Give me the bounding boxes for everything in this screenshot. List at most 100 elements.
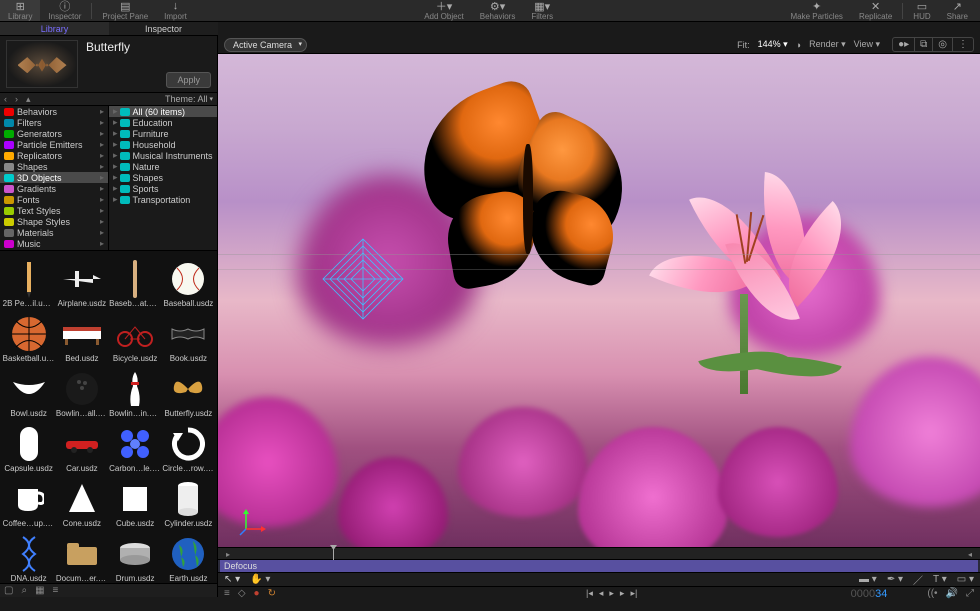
category-behaviors[interactable]: Behaviors▸ bbox=[0, 106, 108, 117]
asset-item[interactable]: Baseb…at.usdz bbox=[109, 253, 162, 308]
category-fonts[interactable]: Fonts▸ bbox=[0, 194, 108, 205]
camera-selector[interactable]: Active Camera bbox=[224, 38, 307, 52]
subcategory-item[interactable]: ▸Furniture bbox=[109, 128, 217, 139]
category-materials[interactable]: Materials▸ bbox=[0, 227, 108, 238]
brush-tool-icon[interactable]: ／ bbox=[913, 572, 923, 587]
category-gradients[interactable]: Gradients▸ bbox=[0, 183, 108, 194]
subcategory-item[interactable]: ▸Transportation bbox=[109, 194, 217, 205]
asset-item[interactable]: Bowl.usdz bbox=[2, 363, 55, 418]
asset-item[interactable]: Cylinder.usdz bbox=[162, 473, 215, 528]
category-shapes[interactable]: Shapes▸ bbox=[0, 161, 108, 172]
asset-item[interactable]: Butterfly.usdz bbox=[162, 363, 215, 418]
theme-selector[interactable]: Theme: All ▾ bbox=[165, 94, 213, 104]
target-icon[interactable]: ◎ bbox=[933, 38, 953, 51]
nav-up-icon[interactable]: ▴ bbox=[26, 94, 31, 105]
canvas-viewport[interactable] bbox=[218, 54, 980, 547]
asset-item[interactable]: Earth.usdz bbox=[162, 528, 215, 583]
pen-tool-icon[interactable]: ✒ ▾ bbox=[887, 574, 903, 585]
asset-item[interactable]: Airplane.usdz bbox=[55, 253, 108, 308]
mask-tool-icon[interactable]: ▭ ▾ bbox=[957, 574, 974, 585]
tab-inspector[interactable]: Inspector bbox=[109, 22, 218, 35]
menu-icon[interactable]: ⋮ bbox=[953, 38, 973, 51]
asset-item[interactable]: Cube.usdz bbox=[109, 473, 162, 528]
expand-icon[interactable]: ⤢ bbox=[966, 588, 974, 599]
library-button[interactable]: ⊞Library bbox=[0, 0, 40, 21]
audio-toggle-icon[interactable]: ((• bbox=[927, 588, 937, 599]
category-filters[interactable]: Filters▸ bbox=[0, 117, 108, 128]
category-3d-objects[interactable]: 3D Objects▸ bbox=[0, 172, 108, 183]
category-replicators[interactable]: Replicators▸ bbox=[0, 150, 108, 161]
timecode-display[interactable]: 000034 bbox=[851, 587, 888, 600]
record-keyframe-icon[interactable]: ● bbox=[254, 588, 260, 599]
fill-menu-icon[interactable]: ▬ ▾ bbox=[859, 574, 877, 585]
keyframe-toggle-icon[interactable]: ◇ bbox=[238, 588, 246, 599]
subcategory-item[interactable]: ▸Musical Instruments bbox=[109, 150, 217, 161]
new-folder-icon[interactable]: ▢ bbox=[4, 585, 13, 596]
asset-item[interactable]: Book.usdz bbox=[162, 308, 215, 363]
asset-item[interactable]: Docum…er.usdz bbox=[55, 528, 108, 583]
preview-thumbnail[interactable] bbox=[6, 40, 78, 88]
asset-item[interactable]: 2B Pe…il.usdz bbox=[2, 253, 55, 308]
category-particle-emitters[interactable]: Particle Emitters▸ bbox=[0, 139, 108, 150]
subcategory-item[interactable]: ▸Shapes bbox=[109, 172, 217, 183]
asset-item[interactable]: DNA.usdz bbox=[2, 528, 55, 583]
timeline-ruler[interactable]: ▸ ◂ bbox=[218, 548, 980, 560]
fit-value[interactable]: 144% ▾ bbox=[758, 39, 788, 50]
in-point-icon[interactable]: ▸ bbox=[226, 550, 230, 559]
nav-back-icon[interactable]: ‹ bbox=[4, 94, 7, 105]
asset-item[interactable]: Bed.usdz bbox=[55, 308, 108, 363]
playhead[interactable] bbox=[333, 548, 334, 560]
asset-item[interactable]: Bowlin…in.usdz bbox=[109, 363, 162, 418]
asset-item[interactable]: Cone.usdz bbox=[55, 473, 108, 528]
volume-icon[interactable]: 🔊 bbox=[946, 588, 958, 599]
category-generators[interactable]: Generators▸ bbox=[0, 128, 108, 139]
out-point-icon[interactable]: ◂ bbox=[968, 550, 972, 559]
hud-button[interactable]: ▭HUD bbox=[905, 0, 938, 21]
category-shape-styles[interactable]: Shape Styles▸ bbox=[0, 216, 108, 227]
asset-item[interactable]: Circle…row.usdz bbox=[162, 418, 215, 473]
go-end-icon[interactable]: ▸| bbox=[630, 588, 637, 599]
import-button[interactable]: ↓Import bbox=[156, 0, 195, 21]
nav-fwd-icon[interactable]: › bbox=[15, 94, 18, 105]
inspector-button[interactable]: ⓘInspector bbox=[40, 0, 89, 21]
category-text-styles[interactable]: Text Styles▸ bbox=[0, 205, 108, 216]
color-toggle-icon[interactable]: ◑ bbox=[796, 40, 801, 50]
subcategory-item[interactable]: ▸Household bbox=[109, 139, 217, 150]
asset-item[interactable]: Bicycle.usdz bbox=[109, 308, 162, 363]
list-view-icon[interactable]: ≡ bbox=[53, 585, 59, 596]
share-button[interactable]: ↗Share bbox=[939, 0, 976, 21]
record-icon[interactable]: ●▸ bbox=[893, 38, 915, 51]
loop-icon[interactable]: ↻ bbox=[268, 588, 276, 599]
text-tool-icon[interactable]: T ▾ bbox=[933, 574, 947, 585]
apply-button[interactable]: Apply bbox=[166, 72, 211, 88]
replicate-button[interactable]: ✕Replicate bbox=[851, 0, 900, 21]
subcategory-item[interactable]: ▸All (60 items) bbox=[109, 106, 217, 117]
axis-gizmo[interactable] bbox=[238, 507, 268, 537]
view-menu[interactable]: View ▾ bbox=[854, 39, 880, 50]
timeline-clip[interactable]: Defocus bbox=[220, 560, 978, 572]
subcategory-item[interactable]: ▸Sports bbox=[109, 183, 217, 194]
add-object-button[interactable]: ＋▾Add Object bbox=[416, 0, 472, 21]
timeline-track[interactable]: Defocus bbox=[218, 560, 980, 572]
project-pane-button[interactable]: ▤Project Pane bbox=[94, 0, 156, 21]
crop-icon[interactable]: ⧉ bbox=[915, 38, 933, 51]
search-icon[interactable]: ⌕ bbox=[21, 585, 27, 596]
layers-toggle-icon[interactable]: ≡ bbox=[224, 588, 230, 599]
asset-item[interactable]: Coffee…up.usdz bbox=[2, 473, 55, 528]
asset-item[interactable]: Capsule.usdz bbox=[2, 418, 55, 473]
make-particles-button[interactable]: ✦Make Particles bbox=[782, 0, 850, 21]
go-start-icon[interactable]: |◂ bbox=[586, 588, 593, 599]
pointer-tool-icon[interactable]: ↖ ▾ bbox=[224, 574, 240, 585]
asset-item[interactable]: Basketball.usdz bbox=[2, 308, 55, 363]
category-music[interactable]: Music▸ bbox=[0, 238, 108, 249]
asset-item[interactable]: Car.usdz bbox=[55, 418, 108, 473]
category-photos[interactable]: Photos▸ bbox=[0, 249, 108, 250]
step-fwd-icon[interactable]: ▸ bbox=[620, 588, 625, 599]
grid-view-icon[interactable]: ▦ bbox=[35, 585, 44, 596]
subcategory-item[interactable]: ▸Education bbox=[109, 117, 217, 128]
play-icon[interactable]: ▸ bbox=[609, 588, 614, 599]
step-back-icon[interactable]: ◂ bbox=[599, 588, 604, 599]
asset-item[interactable]: Drum.usdz bbox=[109, 528, 162, 583]
asset-item[interactable]: Baseball.usdz bbox=[162, 253, 215, 308]
render-menu[interactable]: Render ▾ bbox=[809, 39, 846, 50]
